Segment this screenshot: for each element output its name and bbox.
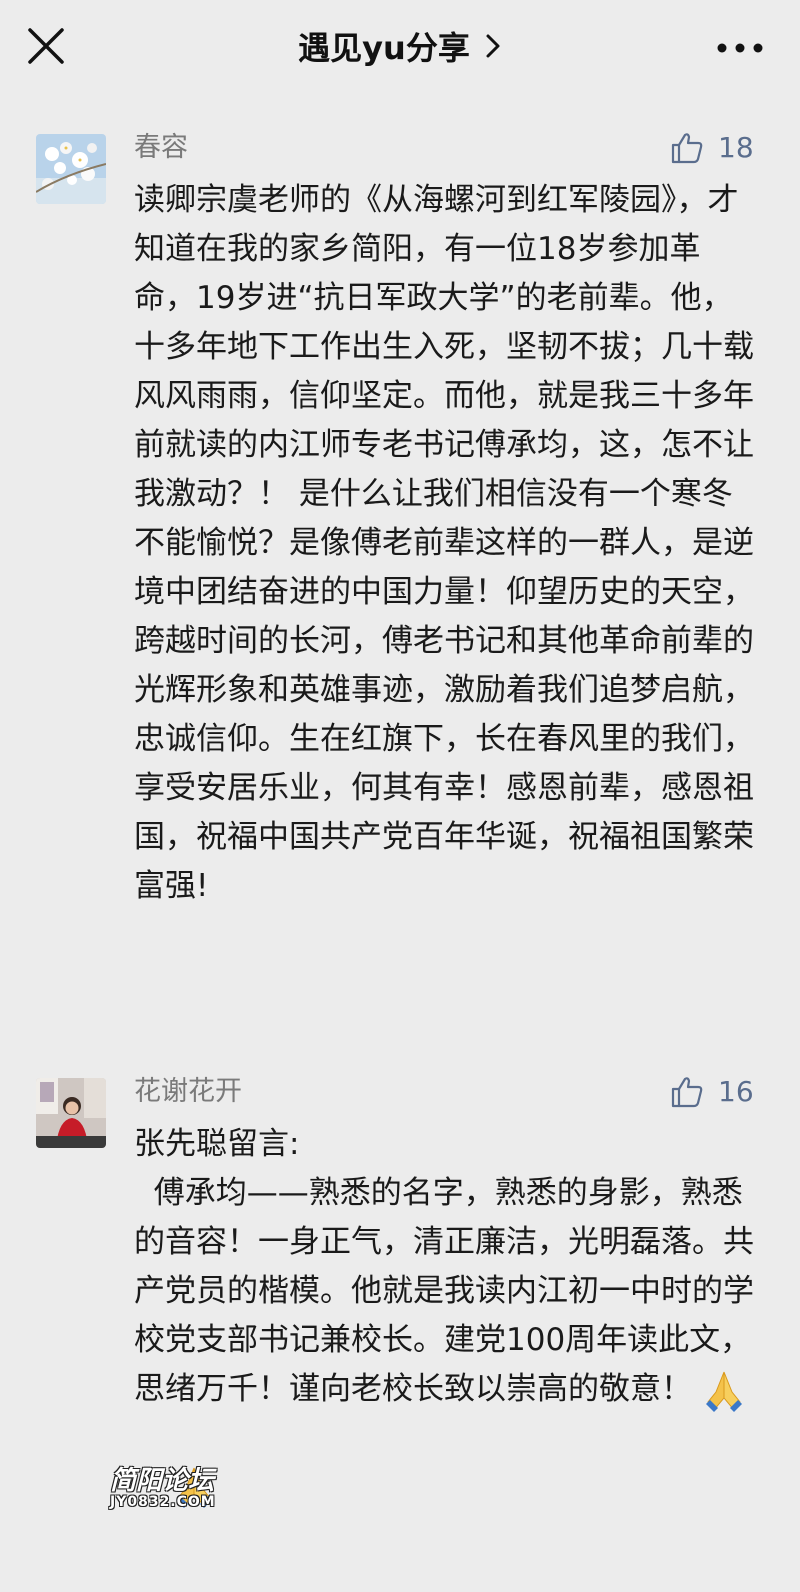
top-bar: 遇见yu分享: [0, 0, 800, 96]
like-button[interactable]: 16: [670, 1072, 770, 1112]
thumbs-up-icon: [671, 1077, 703, 1108]
thumbs-up-icon: [671, 133, 703, 164]
like-count: 16: [718, 1075, 754, 1108]
comment-author[interactable]: 花谢花开: [134, 1072, 242, 1112]
watermark: 简阳论坛 JY0832.COM: [110, 1460, 230, 1530]
comment-author[interactable]: 春容: [134, 128, 188, 168]
comment-text-body: 张先聪留言: 傅承均——熟悉的名字，熟悉的身影，熟悉的音容！一身正气，清正廉洁，…: [134, 1126, 754, 1407]
watermark-url: JY0832.COM: [110, 1494, 216, 1510]
avatar[interactable]: [36, 1078, 106, 1148]
comment-text: 读卿宗虞老师的《从海螺河到红军陵园》，才知道在我的家乡简阳，有一位18岁参加革命…: [134, 182, 754, 904]
praying-hands-icon: [705, 1371, 742, 1412]
like-button[interactable]: 18: [670, 128, 770, 168]
more-dots-icon: [717, 43, 763, 53]
chevron-right-icon: [486, 34, 500, 58]
comment-text: 张先聪留言: 傅承均——熟悉的名字，熟悉的身影，熟悉的音容！一身正气，清正廉洁，…: [134, 1120, 754, 1414]
title-link[interactable]: 遇见yu分享: [0, 20, 800, 72]
watermark-text: 简阳论坛: [110, 1466, 215, 1496]
avatar[interactable]: [36, 134, 106, 204]
page-title: 遇见yu分享: [298, 29, 470, 67]
more-button[interactable]: [712, 30, 768, 66]
like-count: 18: [718, 131, 754, 164]
